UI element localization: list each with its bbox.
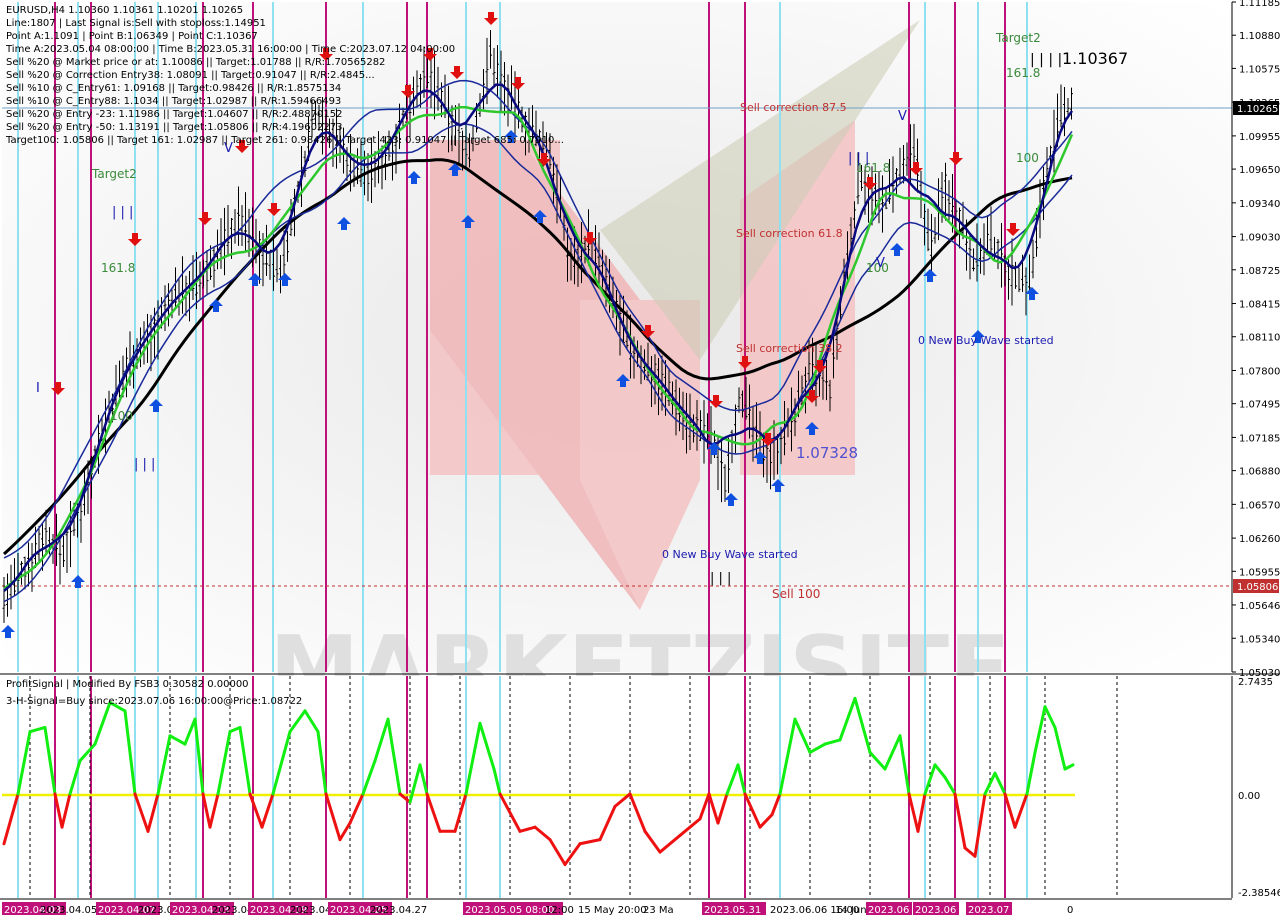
symbol-label: EURUSD,H4 1.10360 1.10361 1.10201 1.1026…	[6, 5, 243, 16]
price-tick-label: 1.09340	[1239, 199, 1280, 210]
info-line-2: Point A:1.1091 | Point B:1.06349 | Point…	[6, 31, 258, 42]
info-line-7: Sell %10 @ C_Entry88: 1.1034 || Target:1…	[6, 96, 341, 107]
price-tick-label: 1.05340	[1239, 634, 1280, 645]
time-tick-label: 23 Ma	[643, 905, 674, 916]
target-price-marker-text: 1.05806	[1237, 582, 1278, 593]
time-tick-label: 2023.04.05	[40, 905, 97, 916]
info-line-8: Sell %20 @ Entry -23: 1.11986 || Target:…	[6, 109, 342, 120]
time-tick-label: 2023.05.05 08:00	[465, 905, 554, 916]
price-tick-label: 1.06880	[1239, 467, 1280, 478]
info-line-1: Line:1807 | Last Signal is:Sell with sto…	[6, 18, 266, 29]
price-tick-label: 1.08415	[1239, 300, 1280, 311]
price-tick-label: 1.06570	[1239, 500, 1280, 511]
info-line-3: Time A:2023.05.04 08:00:00 | Time B:2023…	[5, 44, 455, 55]
sell-correction-618-label: Sell correction 61.8	[736, 227, 843, 240]
price-tick-label: 1.06260	[1239, 534, 1280, 545]
info-line-10: Target100: 1.05806 || Target 161: 1.0298…	[5, 135, 564, 146]
price-tick-label: 1.08110	[1239, 333, 1280, 344]
sell-100-label: Sell 100	[772, 587, 820, 601]
wave-mark-c: | | | |	[1030, 52, 1062, 68]
chart-window: MARKETZISITE Target2 Target2 161.8 161.8…	[0, 0, 1280, 920]
current-price-marker-text: 1.10265	[1237, 104, 1278, 115]
time-tick-label: 2023.07	[968, 905, 1009, 916]
wave-mark-e: | | |	[134, 457, 155, 472]
time-tick-label: 0	[1067, 905, 1073, 916]
info-line-9: Sell %20 @ Entry -50: 1.13191 || Target:…	[6, 122, 342, 133]
wave-mark-a: | | |	[112, 205, 133, 220]
time-tick-label: 2023.05.31	[704, 905, 761, 916]
time-tick-label: 2023.06	[915, 905, 956, 916]
indicator-subtitle: 3-H-Signal=Buy since:2023.07.06 16:00:00…	[6, 696, 302, 707]
price-tick-label: 1.07800	[1239, 366, 1280, 377]
time-tick-label: 12:00	[545, 905, 574, 916]
target2-right-label: Target2	[995, 31, 1041, 45]
wave-mark-v2: V	[898, 109, 907, 124]
indicator-title: ProfitSignal | Modified By FSB3 0.30582 …	[6, 679, 249, 690]
price-tick-label: 1.09030	[1239, 233, 1280, 244]
price-tick-label: 1.05955	[1239, 567, 1280, 578]
fib-100-left-label: 100	[110, 409, 133, 423]
price-tick-label: 1.10880	[1239, 31, 1280, 42]
fib-100-right-label: 100	[1016, 151, 1039, 165]
time-tick-label: 15 May 20:00	[578, 905, 647, 916]
wave-mark-b: | | |	[848, 151, 869, 166]
price-tick-label: 1.07495	[1239, 400, 1280, 411]
wave-mark-i: I	[36, 381, 40, 396]
sell-correction-875-label: Sell correction 87.5	[740, 101, 847, 114]
buy-wave-started-label-1: 0 New Buy Wave started	[662, 548, 798, 561]
price-tick-label: 1.05646	[1239, 601, 1280, 612]
wave-mark-d: | | |	[710, 571, 731, 586]
price-tick-label: 1.07185	[1239, 433, 1280, 444]
price-tick-label: 1.09650	[1239, 165, 1280, 176]
info-line-6: Sell %10 @ C_Entry61: 1.09168 || Target:…	[6, 83, 341, 94]
fib-1618-left-label: 161.8	[101, 261, 135, 275]
target2-left-label: Target2	[91, 167, 137, 181]
time-tick-label: 2023.04.27	[370, 905, 427, 916]
price-tick-label: 1.11185	[1239, 0, 1280, 9]
price-tick-label: 1.08725	[1239, 266, 1280, 277]
price-tick-label: 1.10575	[1239, 64, 1280, 75]
fib-1618-right-label: 161.8	[1006, 66, 1040, 80]
wave-mark-v3: V	[876, 256, 885, 271]
point-b-price-label: 1.07328	[796, 444, 858, 462]
price-tick-label: 1.09955	[1239, 132, 1280, 143]
chart-canvas[interactable]: MARKETZISITE Target2 Target2 161.8 161.8…	[0, 0, 1280, 920]
buy-wave-started-label-2: 0 New Buy Wave started	[918, 334, 1054, 347]
sell-correction-382-label: Sell correction 38.2	[736, 342, 843, 355]
info-line-5: Sell %20 @ Correction Entry38: 1.08091 |…	[6, 70, 375, 81]
indicator-ytick-zero: 0.00	[1238, 791, 1260, 802]
indicator-ytick-top: 2.7435	[1238, 677, 1273, 688]
indicator-ytick-bottom: -2.38546	[1238, 888, 1280, 899]
time-tick-label: 2023.06	[868, 905, 909, 916]
indicator-pane: ProfitSignal | Modified By FSB3 0.30582 …	[2, 676, 1280, 899]
info-line-4: Sell %20 @ Market price or at: 1.10086 |…	[6, 57, 385, 68]
point-c-price-label: 1.10367	[1062, 49, 1128, 68]
